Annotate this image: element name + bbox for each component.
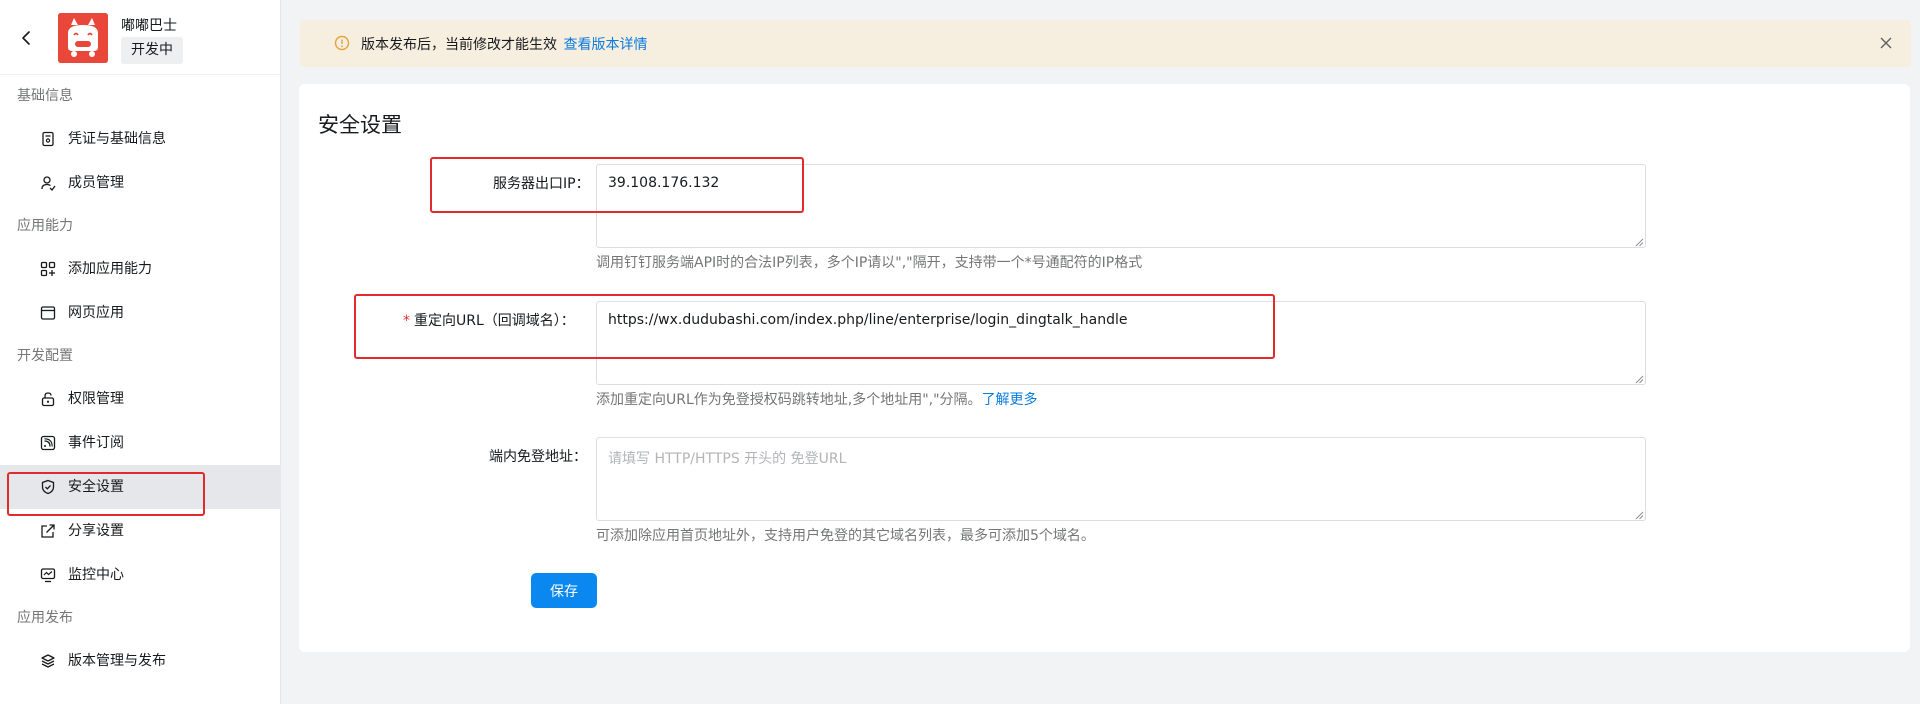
app-root: 嘟嘟巴士 开发中 基础信息 凭证与基础信息 成员管理 应用能力 添加应用能力 网… (0, 0, 1920, 704)
redirect-url-label: * 重定向URL（回调域名）： (403, 310, 575, 330)
sidebar-item-version-management[interactable]: 版本管理与发布 (0, 639, 281, 683)
sidebar-item-label: 分享设置 (68, 523, 124, 539)
webpage-icon (40, 306, 56, 320)
add-capability-icon (40, 261, 56, 277)
server-ip-help: 调用钉钉服务端API时的合法IP列表，多个IP请以","隔开，支持带一个*号通配… (596, 255, 1143, 271)
nav-group-release: 应用发布 (17, 610, 73, 626)
sidebar-item-label: 事件订阅 (68, 435, 124, 451)
sidebar-header: 嘟嘟巴士 开发中 (0, 0, 280, 75)
app-status-badge: 开发中 (121, 37, 183, 64)
release-notice-banner: 版本发布后，当前修改才能生效 查看版本详情 (300, 20, 1911, 67)
sidebar-nav: 基础信息 凭证与基础信息 成员管理 应用能力 添加应用能力 网页应用 开发配置 … (0, 75, 281, 683)
resize-handle-icon[interactable] (1635, 238, 1644, 247)
sidebar-item-credentials[interactable]: 凭证与基础信息 (0, 117, 281, 161)
resize-handle-icon[interactable] (1635, 511, 1644, 520)
redirect-url-help-text: 添加重定向URL作为免登授权码跳转地址,多个地址用","分隔。 (596, 392, 982, 408)
sidebar-item-label: 添加应用能力 (68, 261, 152, 277)
notice-text: 版本发布后，当前修改才能生效 查看版本详情 (361, 34, 647, 54)
app-logo (58, 13, 108, 63)
share-icon (41, 524, 55, 538)
nav-group-capabilities: 应用能力 (17, 218, 73, 234)
resize-handle-icon[interactable] (1635, 375, 1644, 384)
required-mark: * (403, 313, 410, 329)
view-version-details-link[interactable]: 查看版本详情 (563, 37, 647, 53)
nav-group-dev-config: 开发配置 (17, 348, 73, 364)
sidebar-item-label: 安全设置 (68, 479, 124, 495)
redirect-url-field[interactable]: https://wx.dudubashi.com/index.php/line/… (596, 301, 1646, 385)
lock-icon (41, 392, 55, 407)
learn-more-link[interactable]: 了解更多 (982, 392, 1038, 408)
sidebar-item-label: 权限管理 (68, 391, 124, 407)
notice-message: 版本发布后，当前修改才能生效 (361, 37, 557, 53)
shield-icon (41, 479, 55, 495)
redirect-url-label-text: 重定向URL（回调域名）： (414, 313, 575, 329)
nav-group-basic-info: 基础信息 (17, 88, 73, 104)
sidebar-item-members[interactable]: 成员管理 (0, 161, 281, 205)
warning-icon (334, 35, 350, 51)
sidebar-item-label: 版本管理与发布 (68, 653, 166, 669)
sidebar-item-label: 凭证与基础信息 (68, 131, 166, 147)
redirect-url-help: 添加重定向URL作为免登授权码跳转地址,多个地址用","分隔。了解更多 (596, 389, 1038, 409)
monitor-icon (40, 568, 56, 583)
server-ip-label: 服务器出口IP： (493, 176, 590, 192)
member-icon (41, 176, 56, 191)
main-content: 版本发布后，当前修改才能生效 查看版本详情 安全设置 服务器出口IP： 39.1… (282, 0, 1920, 704)
sidebar-item-security[interactable]: 安全设置 (0, 465, 281, 509)
server-ip-field[interactable]: 39.108.176.132 (596, 164, 1646, 248)
sidebar: 嘟嘟巴士 开发中 基础信息 凭证与基础信息 成员管理 应用能力 添加应用能力 网… (0, 0, 281, 704)
login-free-url-field[interactable] (596, 437, 1646, 521)
save-button[interactable]: 保存 (531, 573, 597, 608)
sidebar-item-monitor[interactable]: 监控中心 (0, 553, 281, 597)
close-icon[interactable] (1878, 35, 1894, 51)
credential-icon (42, 131, 54, 147)
sidebar-item-permissions[interactable]: 权限管理 (0, 377, 281, 421)
sidebar-item-webpage[interactable]: 网页应用 (0, 291, 281, 335)
layers-icon (41, 654, 55, 668)
page-title: 安全设置 (318, 113, 402, 137)
sidebar-item-event-subscription[interactable]: 事件订阅 (0, 421, 281, 465)
rss-icon (40, 435, 56, 451)
sidebar-item-label: 监控中心 (68, 567, 124, 583)
sidebar-item-share[interactable]: 分享设置 (0, 509, 281, 553)
sidebar-item-add-capability[interactable]: 添加应用能力 (0, 247, 281, 291)
login-free-url-label: 端内免登地址： (489, 449, 587, 465)
sidebar-item-label: 网页应用 (68, 305, 124, 321)
security-settings-card: 安全设置 服务器出口IP： 39.108.176.132 调用钉钉服务端API时… (299, 84, 1910, 652)
sidebar-item-label: 成员管理 (68, 175, 124, 191)
login-free-url-help: 可添加除应用首页地址外，支持用户免登的其它域名列表，最多可添加5个域名。 (596, 528, 1095, 544)
app-name: 嘟嘟巴士 (121, 18, 177, 34)
back-arrow-icon[interactable] (18, 28, 34, 48)
